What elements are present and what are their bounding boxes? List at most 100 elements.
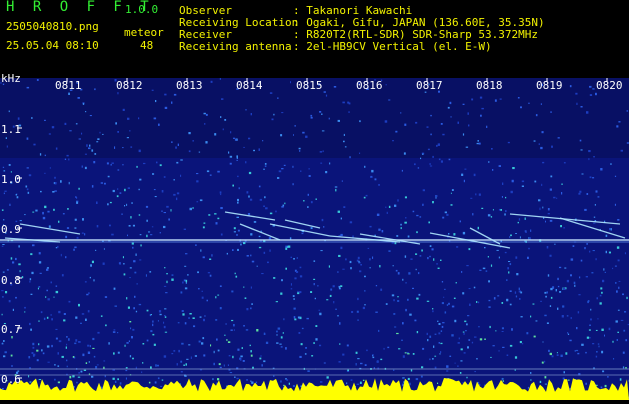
noise-speckle	[596, 356, 597, 358]
noise-speckle	[95, 250, 96, 251]
noise-speckle	[41, 311, 43, 313]
noise-speckle	[310, 115, 312, 117]
noise-speckle	[448, 233, 449, 235]
noise-speckle	[11, 257, 13, 259]
noise-speckle	[46, 269, 48, 271]
noise-speckle	[118, 352, 120, 354]
noise-speckle	[259, 186, 261, 188]
noise-speckle	[550, 255, 552, 257]
noise-speckle	[317, 285, 318, 286]
noise-speckle	[54, 177, 56, 179]
noise-speckle	[299, 291, 301, 293]
noise-speckle	[301, 343, 303, 345]
noise-speckle	[292, 166, 293, 168]
noise-speckle	[616, 320, 618, 322]
noise-speckle	[58, 352, 60, 354]
noise-speckle	[416, 269, 417, 270]
noise-speckle	[177, 192, 179, 194]
noise-speckle	[238, 230, 240, 232]
noise-speckle	[291, 257, 293, 258]
noise-speckle	[105, 375, 106, 377]
noise-speckle	[38, 343, 39, 345]
noise-speckle	[491, 265, 492, 267]
noise-speckle	[488, 280, 490, 282]
noise-speckle	[436, 145, 438, 147]
noise-speckle	[158, 377, 160, 379]
noise-speckle	[472, 213, 473, 215]
noise-speckle	[264, 196, 266, 198]
noise-speckle	[466, 147, 468, 148]
noise-speckle	[407, 299, 409, 301]
noise-speckle	[472, 342, 473, 344]
noise-speckle	[32, 343, 34, 345]
noise-speckle	[130, 216, 131, 218]
noise-speckle	[81, 133, 82, 135]
noise-speckle	[126, 378, 127, 380]
noise-speckle	[256, 329, 258, 332]
noise-speckle	[210, 175, 212, 176]
noise-speckle	[330, 295, 332, 297]
noise-speckle	[20, 220, 22, 221]
noise-speckle	[3, 340, 5, 342]
noise-speckle	[105, 296, 107, 298]
noise-speckle	[345, 146, 347, 147]
noise-speckle	[32, 212, 34, 213]
noise-speckle	[588, 150, 590, 152]
noise-speckle	[427, 257, 428, 259]
noise-speckle	[339, 361, 341, 363]
noise-speckle	[252, 367, 254, 369]
noise-speckle	[154, 118, 157, 120]
noise-speckle	[152, 334, 154, 336]
noise-speckle	[221, 234, 223, 236]
noise-speckle	[202, 337, 204, 339]
noise-speckle	[51, 282, 53, 284]
noise-speckle	[557, 278, 559, 280]
noise-speckle	[2, 296, 4, 297]
noise-speckle	[22, 276, 23, 278]
noise-speckle	[311, 201, 313, 203]
noise-speckle	[2, 388, 4, 390]
noise-speckle	[490, 357, 492, 358]
noise-speckle	[339, 343, 340, 344]
noise-speckle	[408, 236, 410, 238]
noise-speckle	[357, 384, 360, 385]
noise-speckle	[138, 117, 139, 119]
noise-speckle	[419, 294, 421, 296]
noise-speckle	[5, 351, 7, 353]
noise-speckle	[58, 365, 60, 367]
noise-speckle	[92, 338, 94, 340]
noise-speckle	[468, 125, 469, 127]
noise-speckle	[259, 247, 261, 248]
noise-speckle	[39, 261, 41, 263]
noise-speckle	[184, 280, 186, 282]
noise-speckle	[204, 315, 205, 316]
noise-speckle	[117, 92, 118, 94]
noise-speckle	[540, 381, 542, 383]
noise-speckle	[372, 355, 374, 356]
noise-speckle	[358, 319, 359, 321]
noise-speckle	[569, 340, 571, 342]
noise-speckle	[510, 345, 512, 347]
noise-speckle	[451, 204, 453, 206]
noise-speckle	[319, 310, 320, 311]
noise-speckle	[551, 297, 553, 299]
noise-speckle	[9, 204, 10, 206]
noise-speckle	[139, 179, 141, 181]
noise-speckle	[97, 225, 99, 227]
noise-speckle	[385, 207, 386, 208]
noise-speckle	[276, 342, 278, 343]
noise-speckle	[84, 233, 85, 235]
noise-speckle	[561, 192, 562, 195]
noise-speckle	[4, 170, 6, 171]
noise-speckle	[279, 344, 281, 345]
noise-speckle	[375, 312, 378, 313]
noise-speckle	[605, 272, 606, 273]
noise-speckle	[224, 335, 226, 336]
noise-speckle	[237, 199, 239, 201]
noise-speckle	[64, 313, 66, 315]
noise-speckle	[598, 344, 600, 345]
noise-speckle	[578, 193, 580, 195]
noise-speckle	[78, 341, 81, 343]
noise-speckle	[442, 322, 444, 323]
noise-speckle	[126, 342, 128, 344]
